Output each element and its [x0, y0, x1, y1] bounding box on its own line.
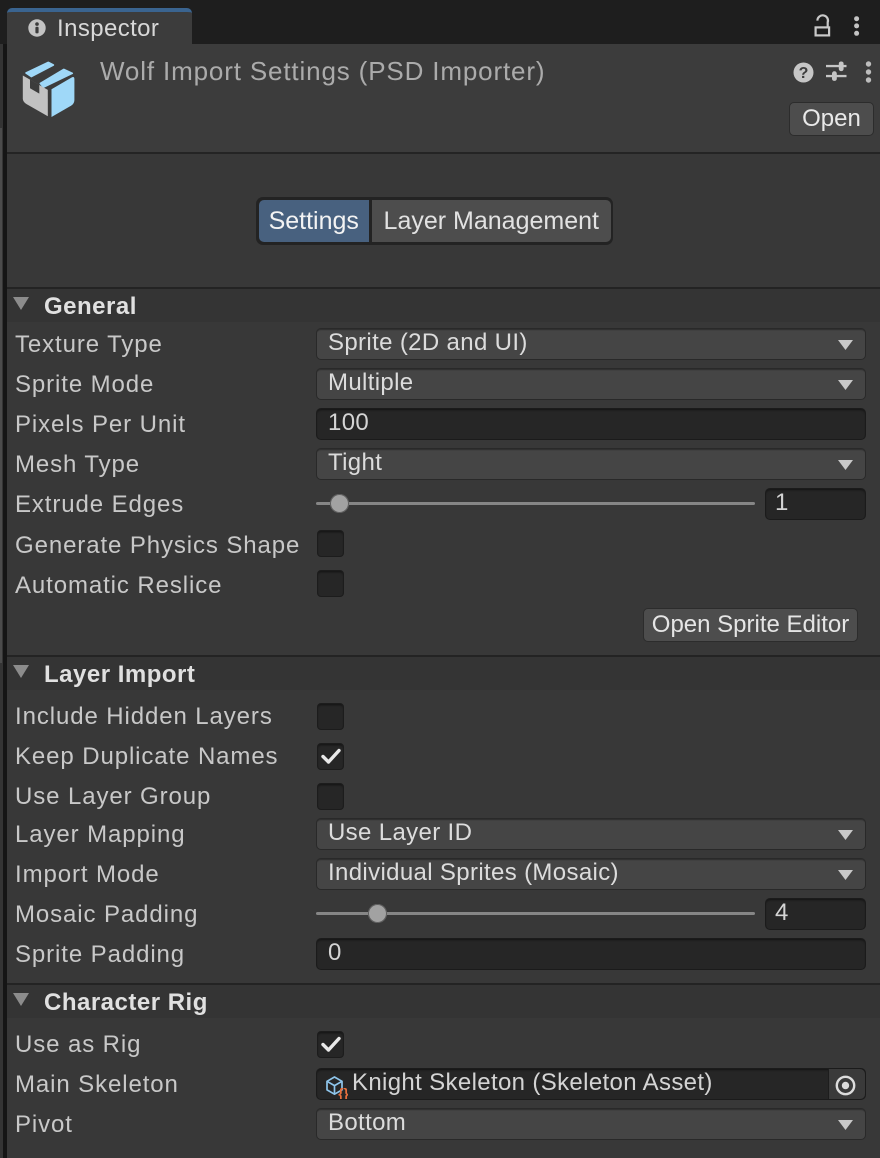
svg-text:{}: {}: [338, 1086, 348, 1099]
svg-text:?: ?: [799, 65, 809, 82]
